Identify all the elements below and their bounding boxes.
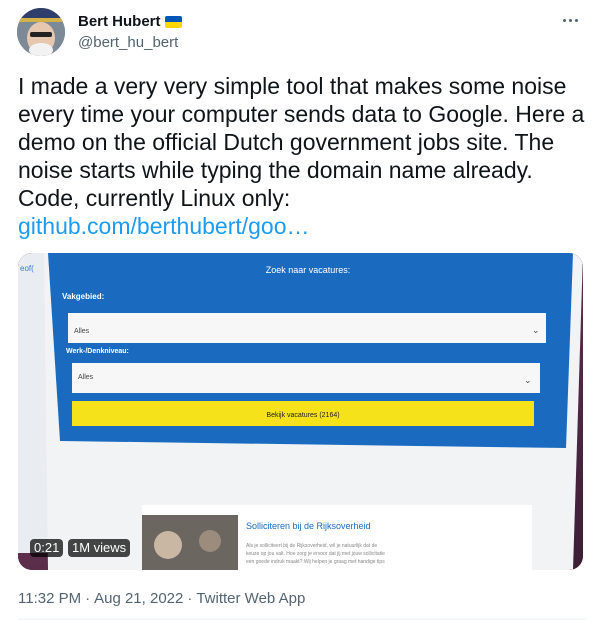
meta-separator: · xyxy=(85,590,91,607)
video-field1-label: Vakgebied: xyxy=(62,292,104,301)
video-card-line3: een goede indruk maakt? Wij helpen je gr… xyxy=(246,559,385,565)
more-options-icon[interactable] xyxy=(558,12,582,28)
tweet-link[interactable]: github.com/berthubert/goo… xyxy=(18,213,310,239)
avatar-image xyxy=(17,8,65,56)
video-frame: eof( Zoek naar vacatures: Vakgebied: All… xyxy=(18,253,583,570)
video-duration: 0:21 xyxy=(30,539,64,557)
chevron-down-icon: ⌄ xyxy=(524,375,532,385)
tweet-date[interactable]: Aug 21, 2022 xyxy=(94,590,183,607)
avatar[interactable] xyxy=(17,8,65,56)
video-search-title: Zoek naar vacatures: xyxy=(266,265,351,275)
author-handle[interactable]: @bert_hu_bert xyxy=(78,34,178,51)
tweet-source[interactable]: Twitter Web App xyxy=(196,590,305,607)
video-field1-value: Alles xyxy=(74,328,90,335)
video-search-button: Bekijk vacatures (2164) xyxy=(266,412,339,419)
video-player[interactable]: eof( Zoek naar vacatures: Vakgebied: All… xyxy=(18,253,583,570)
video-card-line2: keuze op jou valt. Hoe zorg je ervoor da… xyxy=(246,551,385,557)
meta-separator: · xyxy=(187,590,193,607)
chevron-down-icon: ⌄ xyxy=(532,325,540,335)
tweet-text: I made a very very simple tool that make… xyxy=(18,72,588,240)
author-name-row: Bert Hubert xyxy=(78,13,182,30)
video-field2-value: Alles xyxy=(78,374,94,381)
tweet: Bert Hubert @bert_hu_bert I made a very … xyxy=(0,0,604,620)
code-fragment: eof( xyxy=(20,264,34,273)
video-card-line1: Als je solliciteert bij de Rijksoverheid… xyxy=(246,543,377,549)
author-display-name[interactable]: Bert Hubert xyxy=(78,13,161,30)
tweet-time[interactable]: 11:32 PM xyxy=(18,590,81,607)
tweet-body: I made a very very simple tool that make… xyxy=(18,73,585,211)
ukraine-flag-icon xyxy=(164,15,182,28)
video-views: 1M views xyxy=(68,539,131,557)
video-field2-label: Werk-/Denkniveau: xyxy=(66,348,129,355)
video-card-title: Solliciteren bij de Rijksoverheid xyxy=(246,521,371,531)
tweet-meta: 11:32 PM · Aug 21, 2022 · Twitter Web Ap… xyxy=(18,590,305,607)
